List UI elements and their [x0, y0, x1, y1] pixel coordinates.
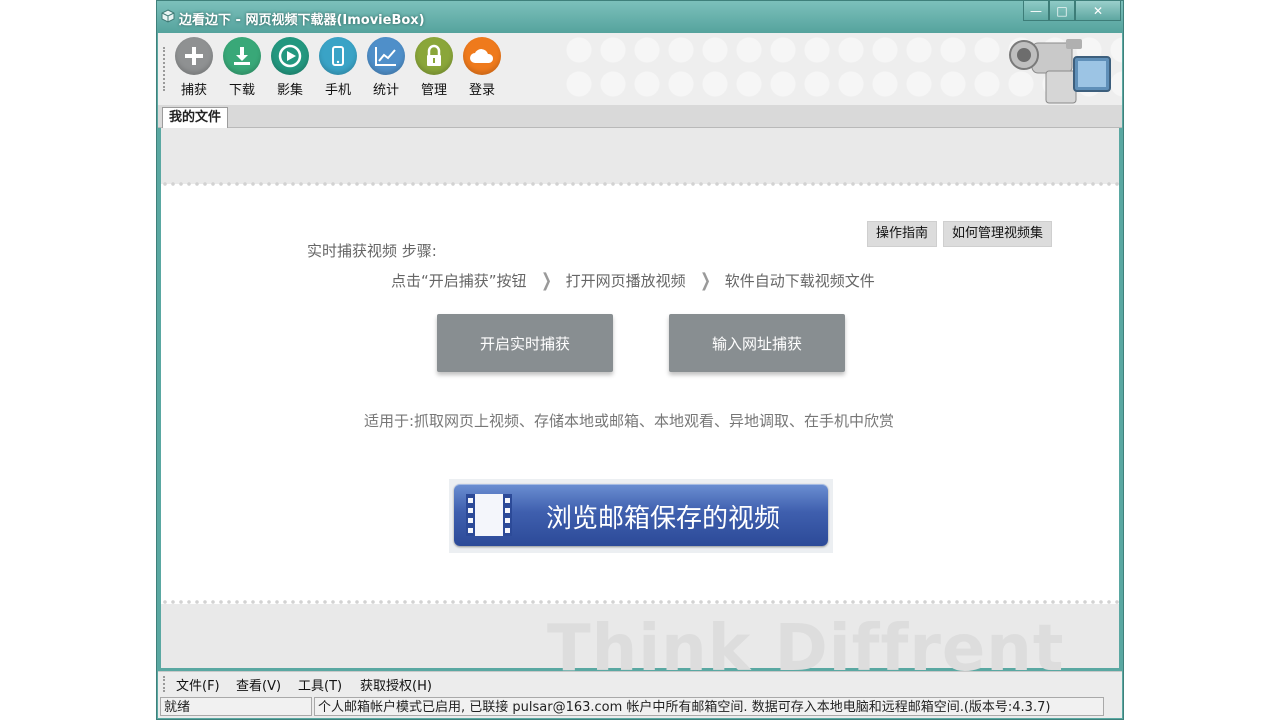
play-icon [271, 37, 309, 75]
toolbar-manage[interactable]: 管理 [412, 37, 456, 98]
window-title: 边看边下 - 网页视频下载器(ImovieBox) [179, 13, 425, 28]
chart-icon [367, 37, 405, 75]
dotted-divider-top [161, 181, 1119, 187]
cloud-icon [463, 37, 501, 75]
browse-mailbox-videos-label: 浏览邮箱保存的视频 [546, 504, 781, 534]
menu-file[interactable]: 文件(F) [176, 675, 220, 694]
toolbar-phone-label: 手机 [324, 83, 351, 98]
menu-tools[interactable]: 工具(T) [298, 675, 342, 694]
app-window: 边看边下 - 网页视频下载器(ImovieBox) — □ ✕ 捕获 下载 影集 [156, 0, 1124, 720]
app-cube-icon [161, 9, 175, 23]
film-strip-icon [466, 494, 512, 536]
chevron-right-icon: ❯ [540, 270, 552, 291]
phone-icon [319, 37, 357, 75]
status-bar: 就绪 个人邮箱帐户模式已启用, 已联接 pulsar@163.com 帐户中所有… [158, 696, 1122, 718]
video-camera-icon [1009, 39, 1111, 104]
toolbar-stats[interactable]: 统计 [364, 37, 408, 98]
tab-bar: 我的文件 [158, 105, 1122, 128]
lock-icon [415, 37, 453, 75]
toolbar-login[interactable]: 登录 [460, 37, 504, 98]
close-button[interactable]: ✕ [1075, 1, 1121, 21]
mailbox-button-frame: 浏览邮箱保存的视频 [449, 479, 833, 553]
toolbar-phone[interactable]: 手机 [316, 37, 360, 98]
steps-line: 点击“开启捕获”按钮 ❯ 打开网页播放视频 ❯ 软件自动下载视频文件 [391, 270, 875, 291]
toolbar-capture[interactable]: 捕获 [172, 37, 216, 98]
tab-my-files[interactable]: 我的文件 [162, 107, 229, 128]
browse-mailbox-videos-button[interactable]: 浏览邮箱保存的视频 [454, 484, 828, 546]
toolbar-download[interactable]: 下载 [220, 37, 264, 98]
menu-view[interactable]: 查看(V) [236, 675, 281, 694]
step-3: 软件自动下载视频文件 [724, 272, 875, 290]
toolbar-stats-label: 统计 [372, 83, 399, 98]
steps-title: 实时捕获视频 步骤: [307, 242, 437, 260]
toolbar-download-label: 下载 [228, 83, 255, 98]
main-content: 操作指南 如何管理视频集 实时捕获视频 步骤: 点击“开启捕获”按钮 ❯ 打开网页播… [161, 128, 1119, 686]
start-capture-button[interactable]: 开启实时捕获 [437, 314, 613, 372]
menu-grip[interactable] [163, 676, 165, 692]
toolbar-grip[interactable] [163, 47, 167, 91]
download-icon [223, 37, 261, 75]
dotted-divider-bottom [161, 599, 1119, 605]
toolbar-login-label: 登录 [468, 83, 495, 98]
maximize-button[interactable]: □ [1049, 1, 1075, 21]
toolbar-album-label: 影集 [276, 83, 303, 98]
toolbar-manage-label: 管理 [420, 83, 447, 98]
guide-button[interactable]: 操作指南 [867, 221, 938, 247]
step-2: 打开网页播放视频 [565, 272, 686, 290]
menu-get-license[interactable]: 获取授权(H) [360, 675, 432, 694]
toolbar-album[interactable]: 影集 [268, 37, 312, 98]
step-1: 点击“开启捕获”按钮 [391, 272, 527, 290]
status-message: 个人邮箱帐户模式已启用, 已联接 pulsar@163.com 帐户中所有邮箱空… [314, 697, 1104, 716]
status-state: 就绪 [160, 697, 312, 716]
title-bar[interactable]: 边看边下 - 网页视频下载器(ImovieBox) — □ ✕ [157, 1, 1123, 33]
toolbar: 捕获 下载 影集 手机 统计 管理 登录 [158, 33, 1122, 106]
plus-icon [175, 37, 213, 75]
chevron-right-icon: ❯ [699, 270, 711, 291]
usage-text: 适用于:抓取网页上视频、存储本地或邮箱、本地观看、异地调取、在手机中欣赏 [364, 412, 895, 430]
capture-panel: 操作指南 如何管理视频集 实时捕获视频 步骤: 点击“开启捕获”按钮 ❯ 打开网页播… [161, 181, 1119, 605]
minimize-button[interactable]: — [1023, 1, 1049, 21]
menu-bar: 文件(F) 查看(V) 工具(T) 获取授权(H) [158, 671, 1122, 696]
url-capture-button[interactable]: 输入网址捕获 [669, 314, 845, 372]
toolbar-capture-label: 捕获 [180, 83, 207, 98]
manage-albums-help-button[interactable]: 如何管理视频集 [943, 221, 1053, 247]
